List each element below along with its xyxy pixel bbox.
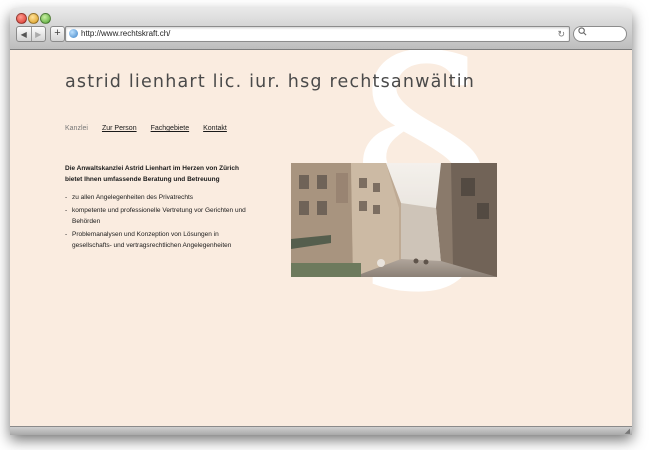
reload-button[interactable]: ↻ xyxy=(557,27,565,41)
url-text: http://www.rechtskraft.ch/ xyxy=(81,29,171,38)
address-bar[interactable]: http://www.rechtskraft.ch/ ↻ xyxy=(65,26,570,42)
services-list: zu allen Angelegenheiten des Privatrecht… xyxy=(65,192,255,253)
list-item: kompetente und professionelle Vertretung… xyxy=(65,205,255,227)
close-window-button[interactable] xyxy=(16,13,27,24)
intro-line-2: bietet Ihnen umfassende Beratung und Bet… xyxy=(65,176,220,183)
forward-button[interactable]: ▶ xyxy=(32,27,46,41)
browser-toolbar: ◀ ▶ + http://www.rechtskraft.ch/ ↻ xyxy=(10,8,632,50)
street-photo xyxy=(291,163,497,277)
intro-text: Die Anwaltskanzlei Astrid Lienhart im He… xyxy=(65,163,255,185)
list-item: zu allen Angelegenheiten des Privatrecht… xyxy=(65,192,255,203)
zoom-window-button[interactable] xyxy=(40,13,51,24)
intro-line-1: Die Anwaltskanzlei Astrid Lienhart im He… xyxy=(65,165,239,172)
list-item: Problemanalysen und Konzeption von Lösun… xyxy=(65,229,255,251)
resize-grip-icon[interactable]: ◢ xyxy=(625,427,630,435)
add-bookmark-button[interactable]: + xyxy=(50,26,65,42)
minimize-window-button[interactable] xyxy=(28,13,39,24)
browser-window: ◀ ▶ + http://www.rechtskraft.ch/ ↻ § ast… xyxy=(10,8,632,435)
site-title: astrid lienhart lic. iur. hsg rechtsanwä… xyxy=(65,72,476,92)
nav-item-fachgebiete[interactable]: Fachgebiete xyxy=(151,125,190,132)
globe-icon xyxy=(69,29,78,38)
back-button[interactable]: ◀ xyxy=(17,27,32,41)
nav-item-kontakt[interactable]: Kontakt xyxy=(203,125,227,132)
window-bottom-bar: ◢ xyxy=(10,426,632,435)
search-field[interactable] xyxy=(573,26,627,42)
back-forward-group: ◀ ▶ xyxy=(16,26,46,42)
nav-item-zur-person[interactable]: Zur Person xyxy=(102,125,137,132)
nav-item-kanzlei[interactable]: Kanzlei xyxy=(65,125,88,132)
main-navigation: Kanzlei Zur Person Fachgebiete Kontakt xyxy=(65,125,227,132)
search-icon xyxy=(578,27,587,41)
page-content: § astrid lienhart lic. iur. hsg rechtsan… xyxy=(10,50,632,426)
